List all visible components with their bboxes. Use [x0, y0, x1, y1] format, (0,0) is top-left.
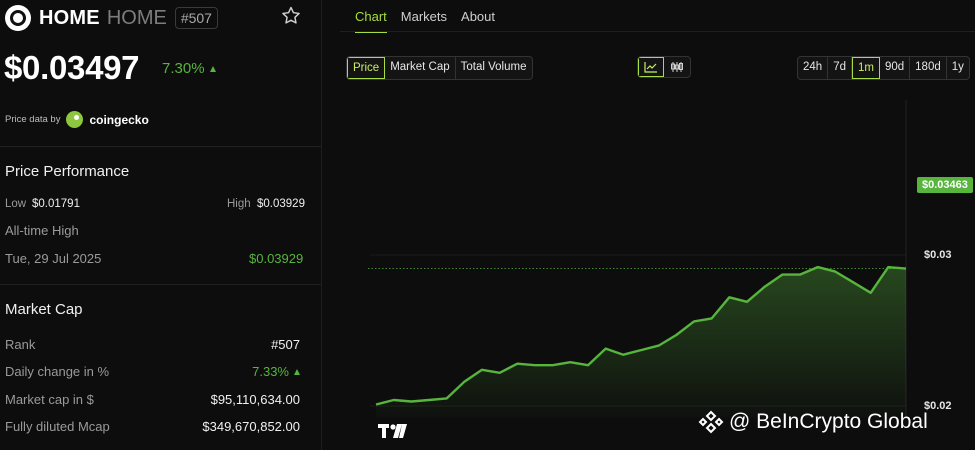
- market-cap-value: $95,110,634.00: [210, 392, 300, 407]
- candlestick-chart-button[interactable]: [664, 57, 690, 77]
- tab-about[interactable]: About: [461, 9, 495, 33]
- high-label: High: [227, 198, 251, 210]
- tab-divider: [340, 31, 975, 32]
- tab-chart[interactable]: Chart: [355, 9, 387, 33]
- tab-markets[interactable]: Markets: [401, 9, 447, 33]
- low-value: $0.01791: [32, 198, 80, 210]
- current-price-tag: $0.03463: [917, 177, 973, 193]
- up-arrow-icon: [294, 369, 300, 375]
- price-metric-button[interactable]: Price: [347, 57, 386, 79]
- range-90d-button[interactable]: 90d: [880, 57, 911, 79]
- range-180d-button[interactable]: 180d: [910, 57, 947, 79]
- main-tabs: Chart Markets About: [355, 9, 509, 33]
- price-performance-title: Price Performance: [5, 163, 130, 180]
- ath-date: Tue, 29 Jul 2025: [5, 251, 102, 266]
- star-icon[interactable]: [280, 5, 302, 27]
- ath-value: $0.03929: [249, 251, 304, 266]
- watermark: @ BeInCrypto Global: [698, 409, 928, 435]
- y-tick-label: $0.02: [924, 400, 952, 412]
- daily-change-value: 7.33%: [252, 364, 300, 379]
- up-arrow-icon: [209, 66, 216, 72]
- coin-name: HOME: [106, 6, 167, 29]
- current-price: $0.03497: [4, 49, 140, 86]
- divider: [0, 284, 321, 285]
- market-cap-title: Market Cap: [5, 301, 83, 318]
- rank-badge: #507: [174, 7, 218, 29]
- market-cap-label: Market cap in $: [5, 392, 94, 407]
- metric-selector: Price Market Cap Total Volume: [346, 56, 533, 80]
- coin-info-panel: HOME HOME #507 $0.03497 7.30% Price data…: [0, 0, 322, 450]
- chart-type-selector: [637, 56, 691, 78]
- provider-name[interactable]: coingecko: [89, 113, 148, 127]
- price-area: [376, 267, 906, 418]
- high-value: $0.03929: [257, 198, 305, 210]
- coingecko-icon: [66, 111, 84, 128]
- price-chart[interactable]: [340, 100, 912, 440]
- rank-value: #507: [271, 337, 300, 352]
- rank-label: Rank: [5, 337, 36, 352]
- coin-logo: [5, 5, 31, 31]
- price-source-label: Price data by: [5, 114, 61, 125]
- line-chart-button[interactable]: [638, 57, 664, 77]
- time-range-selector: 24h 7d 1m 90d 180d 1y: [797, 56, 970, 80]
- coin-header: HOME HOME #507: [5, 5, 218, 31]
- range-7d-button[interactable]: 7d: [828, 57, 852, 79]
- binance-icon: [698, 410, 724, 434]
- low-label: Low: [5, 198, 27, 210]
- total-volume-metric-button[interactable]: Total Volume: [456, 57, 532, 79]
- line-chart-icon: [644, 62, 657, 73]
- range-1m-button[interactable]: 1m: [851, 57, 880, 79]
- price-source: Price data by coingecko: [5, 111, 149, 128]
- market-cap-metric-button[interactable]: Market Cap: [385, 57, 456, 79]
- price-change: 7.30%: [162, 60, 216, 77]
- divider: [0, 146, 321, 147]
- y-tick-label: $0.03: [924, 249, 952, 261]
- tradingview-icon: [378, 424, 407, 438]
- range-24h-button[interactable]: 24h: [798, 57, 829, 79]
- coin-symbol: HOME: [39, 6, 100, 29]
- ath-label: All-time High: [5, 223, 79, 238]
- fdv-value: $349,670,852.00: [202, 419, 300, 434]
- range-1y-button[interactable]: 1y: [947, 57, 969, 79]
- fdv-label: Fully diluted Mcap: [5, 419, 110, 434]
- daily-change-label: Daily change in %: [5, 364, 110, 379]
- candlestick-icon: [671, 62, 683, 72]
